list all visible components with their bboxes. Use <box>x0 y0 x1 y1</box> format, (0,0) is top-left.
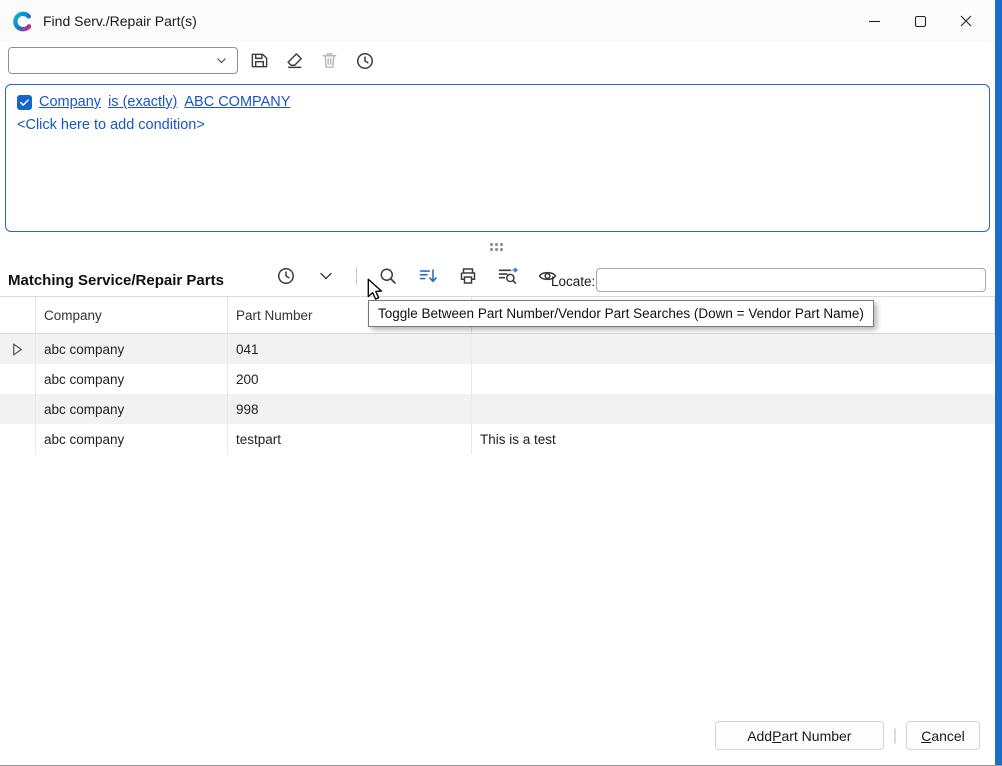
table-row[interactable]: abc company 041 <box>0 334 995 364</box>
table-row[interactable]: abc company testpart This is a test <box>0 424 995 454</box>
cell-company: abc company <box>36 334 228 364</box>
row-selector-cell <box>0 394 36 424</box>
row-selector-cell <box>0 334 36 364</box>
add-condition-link[interactable]: <Click here to add condition> <box>17 117 978 133</box>
results-history-dropdown-button[interactable] <box>312 262 339 289</box>
search-mode-toggle-button[interactable] <box>374 262 401 289</box>
maximize-button[interactable] <box>897 0 943 42</box>
window-controls <box>851 0 989 42</box>
delete-search-button[interactable] <box>316 47 343 74</box>
condition-checkbox[interactable] <box>17 95 32 110</box>
close-button[interactable] <box>943 0 989 42</box>
search-history-button[interactable] <box>351 47 378 74</box>
search-magnifier-icon <box>378 266 398 286</box>
chevron-down-icon <box>318 268 334 284</box>
cell-description: This is a test <box>472 424 995 454</box>
cell-company: abc company <box>36 364 228 394</box>
search-toggle-icon <box>497 266 518 286</box>
locate-input[interactable] <box>596 268 986 292</box>
results-section-title: Matching Service/Repair Parts <box>8 272 224 289</box>
condition-field-link[interactable]: Company <box>39 94 101 110</box>
table-row[interactable]: abc company 998 <box>0 394 995 424</box>
splitter-grip[interactable] <box>490 243 505 253</box>
footer: Add Part Number | Cancel <box>715 721 980 750</box>
results-history-button[interactable] <box>272 262 299 289</box>
save-search-button[interactable] <box>246 47 273 74</box>
cell-part-number: 041 <box>228 334 472 364</box>
chevron-down-icon <box>215 54 228 67</box>
cancel-button[interactable]: Cancel <box>906 721 980 750</box>
saved-search-combobox[interactable] <box>8 47 238 74</box>
search-toolbar <box>8 47 378 74</box>
search-conditions-panel: Company is (exactly) ABC COMPANY <Click … <box>5 84 990 232</box>
clock-icon <box>355 51 375 71</box>
cell-part-number: 200 <box>228 364 472 394</box>
add-button-label: Add <box>747 728 772 744</box>
condition-operator-link[interactable]: is (exactly) <box>108 94 177 110</box>
row-selector-cell <box>0 424 36 454</box>
row-expander-icon <box>12 343 23 356</box>
cell-description <box>472 364 995 394</box>
cell-description <box>472 394 995 424</box>
check-icon <box>19 97 30 108</box>
cancel-button-label: C <box>921 728 931 744</box>
tooltip: Toggle Between Part Number/Vendor Part S… <box>368 300 874 327</box>
sort-numeric-icon <box>418 266 438 286</box>
cell-part-number: testpart <box>228 424 472 454</box>
cell-company: abc company <box>36 394 228 424</box>
trash-icon <box>320 51 339 70</box>
add-part-number-button[interactable]: Add Part Number <box>715 721 884 750</box>
cell-part-number: 998 <box>228 394 472 424</box>
find-parts-dialog: Find Serv./Repair Part(s) <box>0 0 1002 766</box>
button-divider: | <box>893 727 897 745</box>
clock-icon <box>276 266 296 286</box>
condition-row: Company is (exactly) ABC COMPANY <box>17 94 978 110</box>
condition-value-link[interactable]: ABC COMPANY <box>184 94 290 110</box>
maximize-icon <box>914 15 927 28</box>
minimize-button[interactable] <box>851 0 897 42</box>
close-icon <box>959 14 973 28</box>
window-title: Find Serv./Repair Part(s) <box>43 13 197 29</box>
locate-label: Locate: <box>551 274 595 289</box>
background-window-strip <box>995 0 1002 766</box>
print-button[interactable] <box>454 262 481 289</box>
cell-company: abc company <box>36 424 228 454</box>
header-selector-column <box>0 297 36 333</box>
minimize-icon <box>868 15 881 28</box>
header-company[interactable]: Company <box>36 297 228 333</box>
save-icon <box>250 51 269 70</box>
cell-description <box>472 334 995 364</box>
sort-button[interactable] <box>414 262 441 289</box>
search-options-button[interactable] <box>494 262 521 289</box>
eraser-icon <box>285 51 304 70</box>
app-logo-icon <box>12 11 33 32</box>
clear-search-button[interactable] <box>281 47 308 74</box>
printer-icon <box>458 266 478 286</box>
row-selector-cell <box>0 364 36 394</box>
toolbar-divider <box>356 267 357 285</box>
table-row[interactable]: abc company 200 <box>0 364 995 394</box>
results-toolbar <box>272 262 561 289</box>
titlebar: Find Serv./Repair Part(s) <box>0 0 995 42</box>
